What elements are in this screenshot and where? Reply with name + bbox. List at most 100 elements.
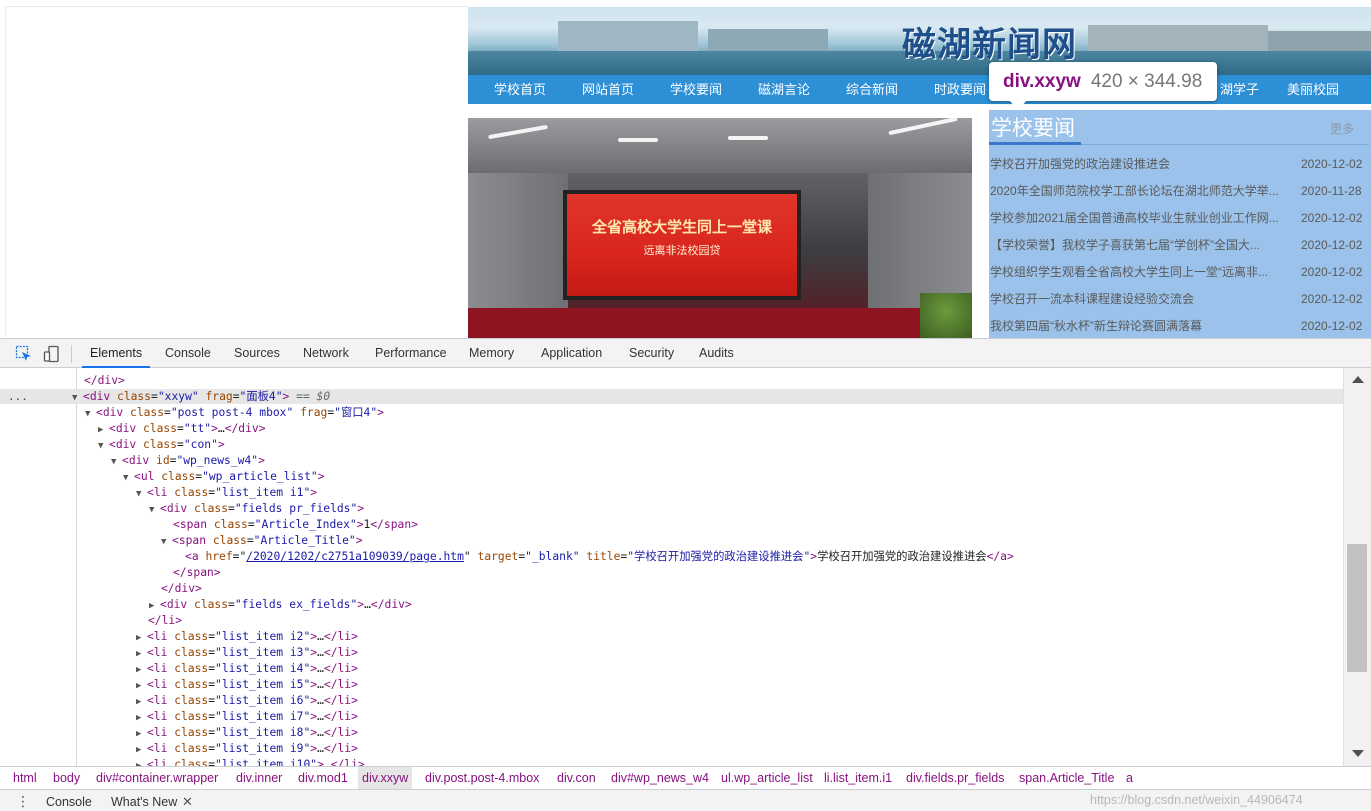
dom-node[interactable]: ▶ <li class="list_item i10">…</li> — [136, 757, 365, 766]
breadcrumb-item[interactable]: div.fields.pr_fields — [902, 767, 1008, 789]
breadcrumb-item[interactable]: div.mod1 — [294, 767, 352, 789]
news-item[interactable]: 学校参加2021届全国普通高校毕业生就业创业工作网... 2020-12-02 — [989, 208, 1371, 235]
news-item[interactable]: 学校召开一流本科课程建设经验交流会 2020-12-02 — [989, 289, 1371, 316]
collapsed-triangle-icon[interactable]: ▶ — [136, 630, 147, 646]
news-photo[interactable]: 全省高校大学生同上一堂课 远离非法校园贷 — [468, 118, 972, 338]
nav-item[interactable]: 美丽校园 — [1287, 75, 1339, 104]
scroll-down-arrow-icon[interactable] — [1352, 750, 1364, 757]
dom-node[interactable]: ▼ <span class="Article_Title"> — [161, 533, 363, 549]
collapsed-triangle-icon[interactable]: ▶ — [98, 422, 109, 438]
dom-node[interactable]: ▼ <div class="fields pr_fields"> — [149, 501, 364, 517]
dom-node[interactable]: ▶ <li class="list_item i7">…</li> — [136, 709, 358, 725]
href-link[interactable]: /2020/1202/c2751a109039/page.htm — [246, 550, 464, 563]
breadcrumb-item-selected[interactable]: div.xxyw — [358, 767, 413, 789]
dom-node[interactable]: ▶ <li class="list_item i6">…</li> — [136, 693, 358, 709]
nav-item[interactable]: 磁湖言论 — [758, 75, 810, 104]
scroll-up-arrow-icon[interactable] — [1352, 376, 1364, 383]
dom-node[interactable]: ▼ <div class="post post-4 mbox" frag="窗口4… — [85, 405, 384, 421]
news-item[interactable]: 【学校荣誉】我校学子喜获第七届“学创杯”全国大... 2020-12-02 — [989, 235, 1371, 262]
news-item-title[interactable]: 2020年全国师范院校学工部长论坛在湖北师范大学举... — [990, 181, 1280, 201]
node-actions-ellipsis[interactable]: ... — [8, 389, 28, 404]
expanded-triangle-icon[interactable]: ▼ — [149, 502, 160, 518]
nav-item[interactable]: 湖学子 — [1220, 75, 1259, 104]
drawer-menu-icon[interactable]: ⋮ — [16, 794, 30, 810]
dom-node[interactable]: </div> — [84, 373, 125, 389]
tab-audits[interactable]: Audits — [699, 339, 734, 368]
dom-node-selected[interactable]: ▼ <div class="xxyw" frag="面板4"> == $0 — [72, 389, 330, 405]
breadcrumb-item[interactable]: div#container.wrapper — [92, 767, 222, 789]
collapsed-triangle-icon[interactable]: ▶ — [136, 694, 147, 710]
breadcrumb-item[interactable]: li.list_item.i1 — [820, 767, 896, 789]
tab-performance[interactable]: Performance — [375, 339, 447, 368]
close-icon[interactable]: ✕ — [182, 790, 193, 811]
expanded-triangle-icon[interactable]: ▼ — [85, 406, 96, 422]
dom-node[interactable]: ▼ <div id="wp_news_w4"> — [111, 453, 265, 469]
collapsed-triangle-icon[interactable]: ▶ — [136, 726, 147, 742]
nav-item[interactable]: 时政要闻 — [934, 75, 986, 104]
tab-application[interactable]: Application — [541, 339, 602, 368]
tab-network[interactable]: Network — [303, 339, 349, 368]
news-item-title[interactable]: 【学校荣誉】我校学子喜获第七届“学创杯”全国大... — [990, 235, 1280, 255]
dom-node[interactable]: </span> — [173, 565, 221, 581]
nav-item[interactable]: 综合新闻 — [846, 75, 898, 104]
expanded-triangle-icon[interactable]: ▼ — [111, 454, 122, 470]
news-item-title[interactable]: 我校第四届“秋水杯”新生辩论赛圆满落幕 — [990, 316, 1280, 336]
expanded-triangle-icon[interactable]: ▼ — [98, 438, 109, 454]
news-item-title[interactable]: 学校召开加强党的政治建设推进会 — [990, 154, 1280, 174]
dom-node[interactable]: ▶ <li class="list_item i3">…</li> — [136, 645, 358, 661]
breadcrumb-item[interactable]: a — [1122, 767, 1137, 789]
collapsed-triangle-icon[interactable]: ▶ — [136, 678, 147, 694]
collapsed-triangle-icon[interactable]: ▶ — [136, 742, 147, 758]
dom-node[interactable]: <span class="Article_Index">1</span> — [173, 517, 418, 533]
device-toolbar-icon[interactable] — [43, 345, 61, 363]
news-item[interactable]: 2020年全国师范院校学工部长论坛在湖北师范大学举... 2020-11-28 — [989, 181, 1371, 208]
collapsed-triangle-icon[interactable]: ▶ — [136, 662, 147, 678]
drawer-tab-whats-new[interactable]: What's New — [111, 790, 177, 811]
dom-node[interactable]: ▼ <ul class="wp_article_list"> — [123, 469, 325, 485]
dom-node[interactable]: ▶ <div class="tt">…</div> — [98, 421, 266, 437]
tab-console[interactable]: Console — [165, 339, 211, 368]
tab-security[interactable]: Security — [629, 339, 674, 368]
news-item-title[interactable]: 学校召开一流本科课程建设经验交流会 — [990, 289, 1280, 309]
breadcrumb-item[interactable]: div.con — [553, 767, 600, 789]
breadcrumb-item[interactable]: div#wp_news_w4 — [607, 767, 713, 789]
collapsed-triangle-icon[interactable]: ▶ — [136, 710, 147, 726]
dom-node[interactable]: ▶ <li class="list_item i5">…</li> — [136, 677, 358, 693]
dom-node[interactable]: <a href="/2020/1202/c2751a109039/page.ht… — [185, 549, 1014, 565]
dom-node[interactable]: ▶ <li class="list_item i9">…</li> — [136, 741, 358, 757]
breadcrumb-item[interactable]: div.inner — [232, 767, 286, 789]
dom-node[interactable]: ▼ <li class="list_item i1"> — [136, 485, 317, 501]
expanded-triangle-icon[interactable]: ▼ — [136, 486, 147, 502]
breadcrumb-item[interactable]: body — [49, 767, 84, 789]
nav-item[interactable]: 网站首页 — [582, 75, 634, 104]
expanded-triangle-icon[interactable]: ▼ — [72, 390, 83, 406]
breadcrumb-item[interactable]: div.post.post-4.mbox — [421, 767, 543, 789]
nav-item[interactable]: 学校首页 — [494, 75, 546, 104]
inspect-element-icon[interactable] — [15, 345, 33, 363]
collapsed-triangle-icon[interactable]: ▶ — [136, 758, 147, 766]
news-item[interactable]: 我校第四届“秋水杯”新生辩论赛圆满落幕 2020-12-02 — [989, 316, 1371, 338]
expanded-triangle-icon[interactable]: ▼ — [161, 534, 172, 550]
tab-elements[interactable]: Elements — [82, 339, 151, 368]
news-item-title[interactable]: 学校参加2021届全国普通高校毕业生就业创业工作网... — [990, 208, 1280, 228]
breadcrumb-item[interactable]: span.Article_Title — [1015, 767, 1118, 789]
dom-node[interactable]: ▶ <li class="list_item i8">…</li> — [136, 725, 358, 741]
expanded-triangle-icon[interactable]: ▼ — [123, 470, 134, 486]
breadcrumb-item[interactable]: html — [9, 767, 41, 789]
scrollbar-thumb[interactable] — [1347, 544, 1367, 672]
tab-sources[interactable]: Sources — [234, 339, 280, 368]
collapsed-triangle-icon[interactable]: ▶ — [136, 646, 147, 662]
nav-item[interactable]: 学校要闻 — [670, 75, 722, 104]
news-item[interactable]: 学校召开加强党的政治建设推进会 2020-12-02 — [989, 154, 1371, 181]
dom-node[interactable]: </li> — [148, 613, 182, 629]
dom-node[interactable]: </div> — [161, 581, 202, 597]
news-more-link[interactable]: 更多 — [1330, 120, 1354, 137]
dom-node[interactable]: ▶ <li class="list_item i4">…</li> — [136, 661, 358, 677]
news-item[interactable]: 学校组织学生观看全省高校大学生同上一堂“远离非... 2020-12-02 — [989, 262, 1371, 289]
news-item-title[interactable]: 学校组织学生观看全省高校大学生同上一堂“远离非... — [990, 262, 1280, 282]
tab-memory[interactable]: Memory — [469, 339, 514, 368]
drawer-tab-console[interactable]: Console — [46, 790, 92, 811]
collapsed-triangle-icon[interactable]: ▶ — [149, 598, 160, 614]
breadcrumb-item[interactable]: ul.wp_article_list — [717, 767, 817, 789]
dom-scrollbar[interactable] — [1343, 368, 1371, 766]
